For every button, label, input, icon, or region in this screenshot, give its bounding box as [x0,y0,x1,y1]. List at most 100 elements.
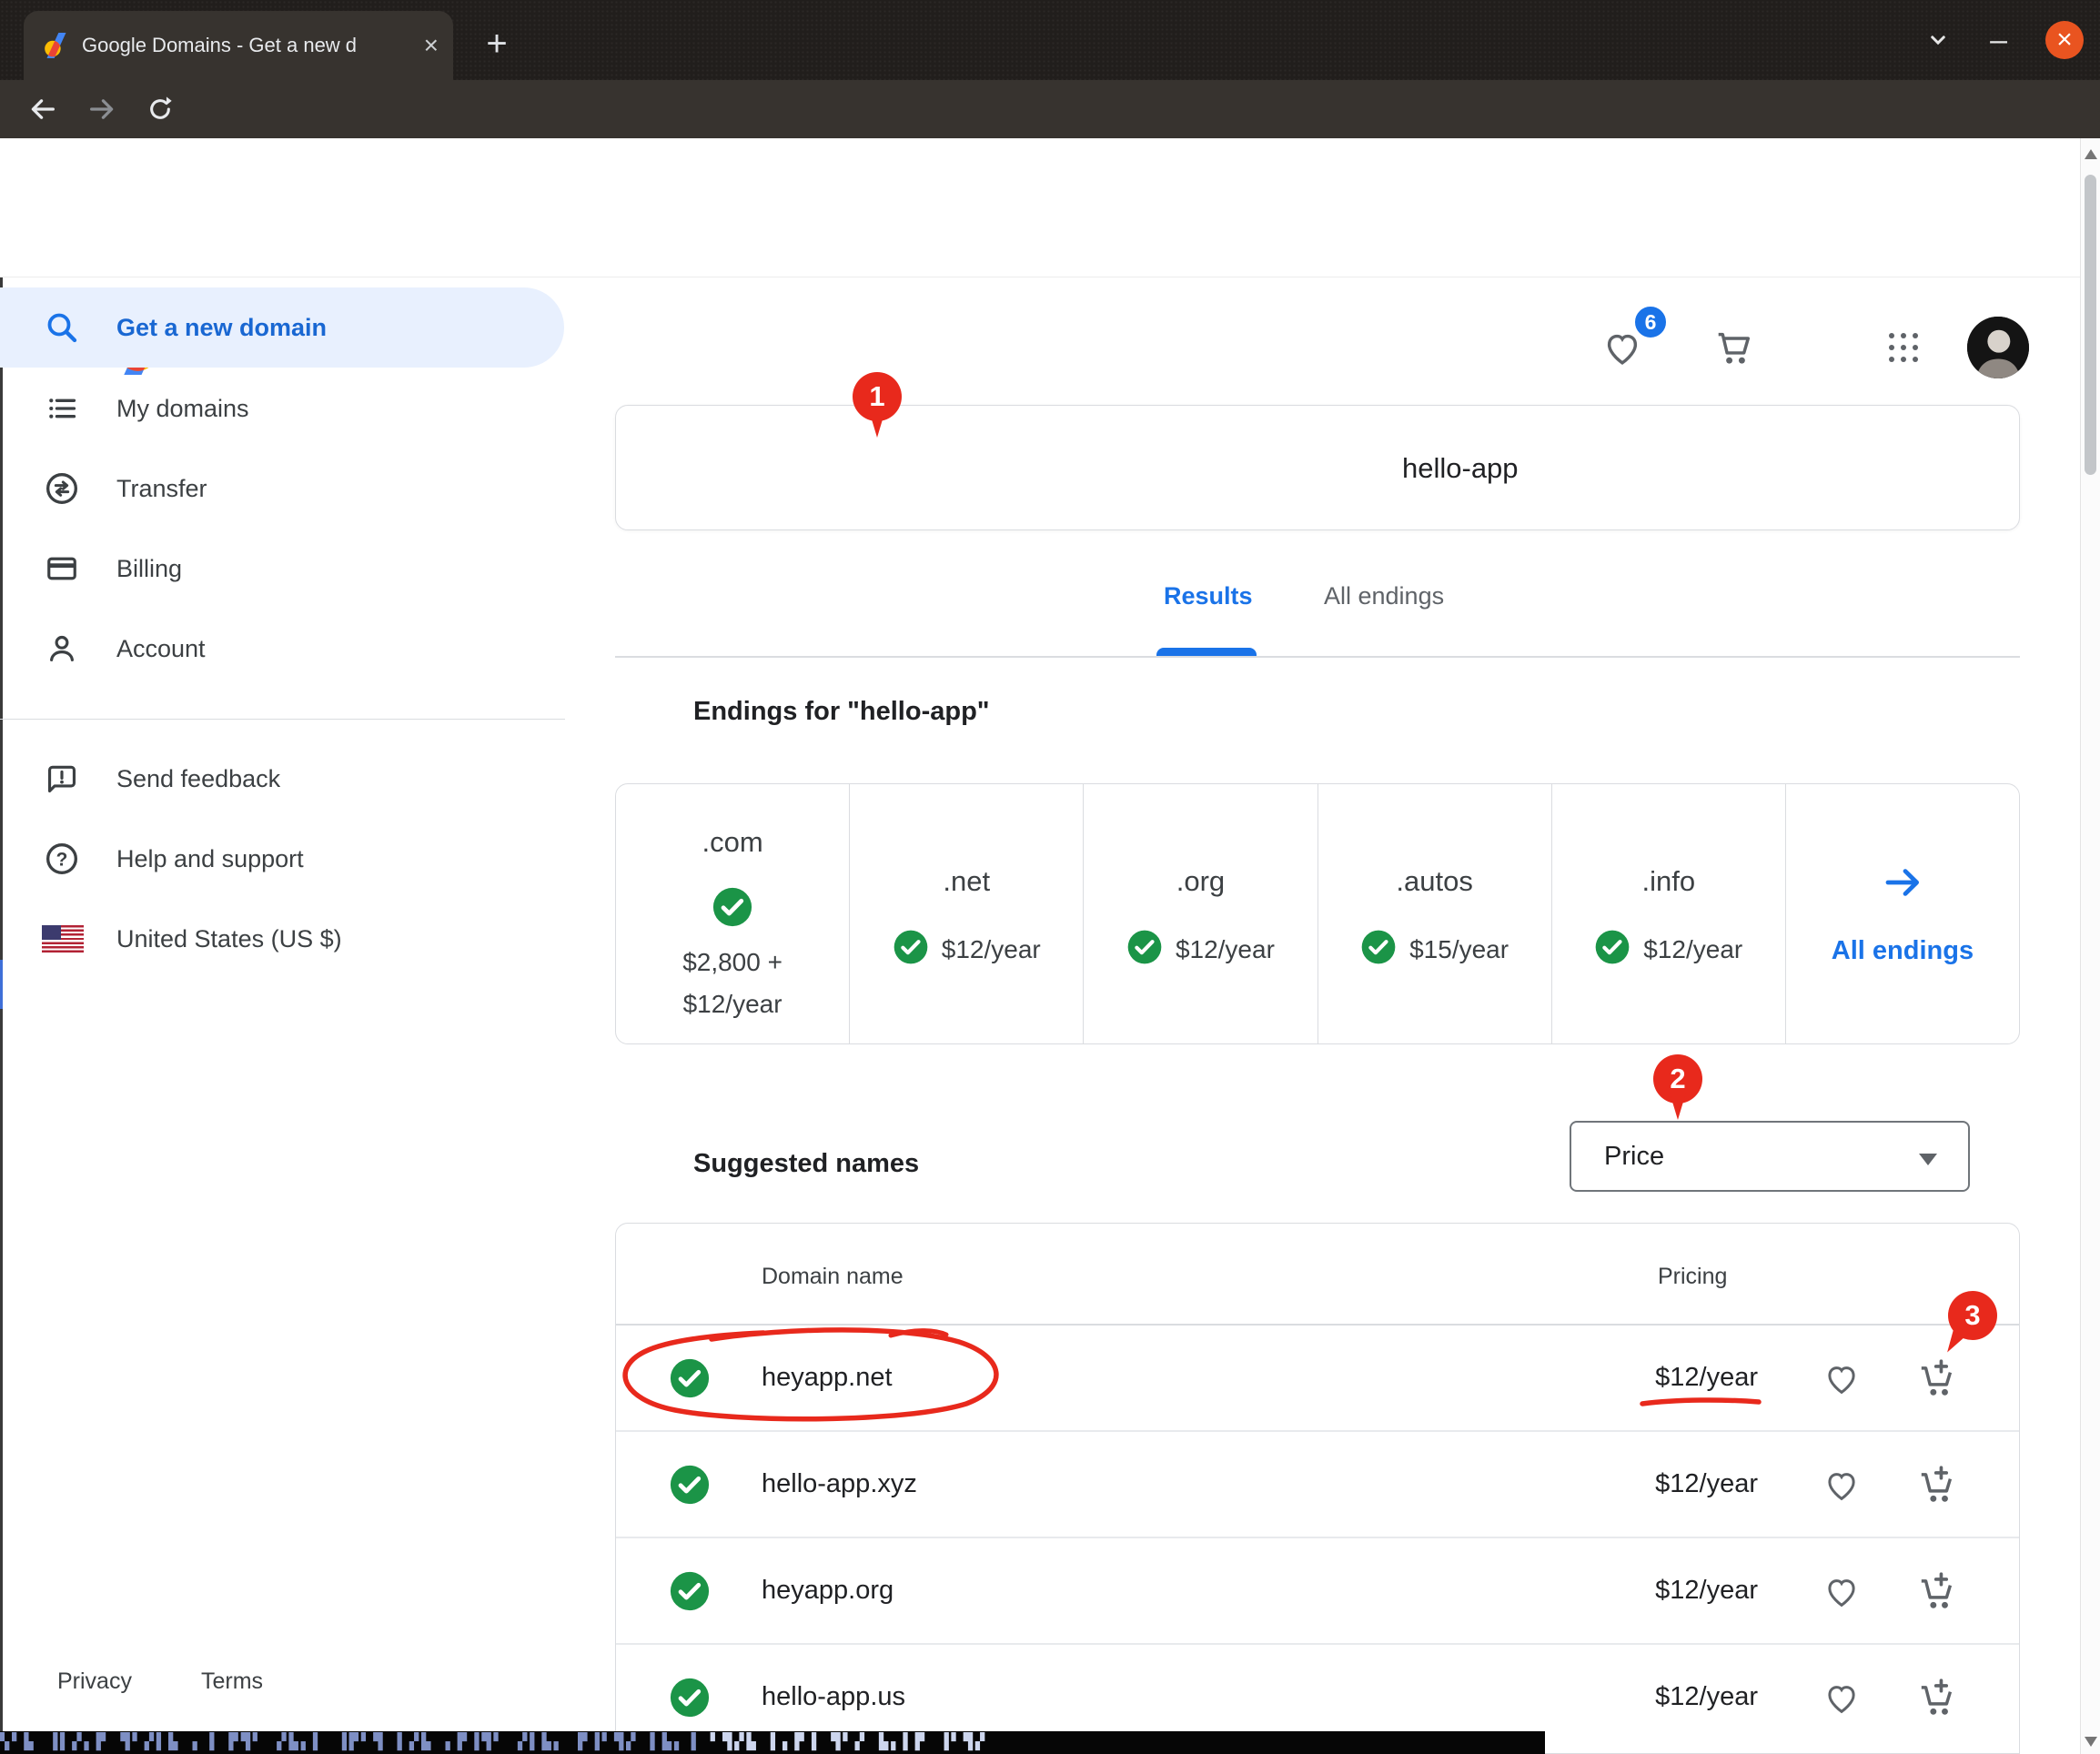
tld-price: $12/year [942,935,1041,964]
available-check-icon [712,886,753,932]
arrow-right-icon [1881,861,1924,909]
table-header: Domain name Pricing [616,1224,2019,1324]
available-check-icon [1126,929,1163,970]
chevron-down-icon [1919,1154,1937,1165]
favorite-heart-button[interactable] [1822,1466,1861,1508]
favorite-heart-button[interactable] [1822,1572,1861,1615]
column-domain-name: Domain name [762,1264,904,1290]
sidebar-item-get-a-new-domain[interactable]: Get a new domain [0,287,564,368]
add-to-cart-button[interactable] [1917,1677,1959,1723]
domain-search-box[interactable]: hello-app [615,405,2020,530]
feedback-icon [44,761,80,797]
search-icon [44,309,80,346]
available-check-icon [669,1464,711,1510]
add-to-cart-button[interactable] [1917,1357,1959,1404]
garbled-text: ▘▜▞▙ ▌▖▛▐ ▜▘▞ ▙▖▌▛ ▐▘▜▞ [711,1733,987,1751]
browser-titlebar: Google Domains - Get a new d × + – × [0,0,2100,80]
sidebar-item-help-and-support[interactable]: ? Help and support [0,819,564,899]
active-tab-indicator [1156,648,1257,656]
ending-card-net[interactable]: .net $12/year [850,784,1084,1043]
tld-label: .net [943,865,990,898]
all-endings-card[interactable]: All endings [1786,784,2019,1043]
tld-label: .autos [1396,865,1472,898]
sidebar-item-label: Account [116,635,206,663]
sidebar-item-label: Billing [116,555,182,583]
app-header: Google Domains 6 [0,138,2100,277]
window-close-button[interactable]: × [2045,21,2084,59]
browser-tab[interactable]: Google Domains - Get a new d × [24,11,453,80]
ending-card-com[interactable]: .com $2,800 +$12/year [616,784,850,1043]
favorites-count-badge: 6 [1632,304,1669,340]
sidebar-item-label: United States (US $) [116,925,342,953]
svg-text:?: ? [56,849,68,870]
sort-dropdown-value: Price [1604,1142,1664,1172]
account-avatar[interactable] [1967,317,2029,378]
table-row-heyapp-org[interactable]: heyapp.org $12/year [616,1537,2019,1644]
available-check-icon [893,929,929,970]
domain-price: $12/year [1655,1469,1758,1499]
ending-card-info[interactable]: .info $12/year [1552,784,1786,1043]
window-edge-highlight [0,960,3,1009]
tab-title: Google Domains - Get a new d [82,34,417,57]
tld-price: $12/year [1643,935,1742,964]
sidebar-item-account[interactable]: Account [0,609,564,689]
tld-label: .com [702,826,762,859]
scrollbar-thumb[interactable] [2085,175,2096,475]
transfer-icon [44,470,80,507]
cart-button[interactable] [1711,326,1755,369]
sidebar-divider [0,719,565,720]
tab-all-endings[interactable]: All endings [1324,582,1444,610]
suggested-names-heading: Suggested names [693,1149,919,1179]
table-row-hello-app-xyz[interactable]: hello-app.xyz $12/year [616,1431,2019,1537]
all-endings-link[interactable]: All endings [1832,936,1974,966]
tab-results[interactable]: Results [1164,582,1253,610]
domain-name: heyapp.org [762,1576,894,1606]
sidebar-item-label: Send feedback [116,765,280,793]
list-icon [44,390,80,427]
available-check-icon [1594,929,1631,970]
scroll-down-arrow-icon[interactable] [2085,1737,2097,1747]
add-to-cart-button[interactable] [1917,1570,1959,1617]
available-check-icon [1360,929,1397,970]
available-check-icon [669,1570,711,1617]
favorite-heart-button[interactable] [1822,1359,1861,1402]
add-to-cart-button[interactable] [1917,1464,1959,1510]
google-apps-grid-icon[interactable] [1889,333,1918,362]
annotation-circle-heyapp-net [604,1321,1032,1430]
tld-label: .info [1641,865,1695,898]
tld-price: $2,800 +$12/year [682,942,782,1025]
annotation-step-3: 3 [1948,1291,1997,1340]
window-menu-chevron-icon[interactable] [1924,26,1952,54]
new-tab-button[interactable]: + [473,20,520,67]
sort-dropdown[interactable]: Price [1570,1121,1970,1192]
tld-label: .org [1176,865,1225,898]
search-input-value[interactable]: hello-app [1402,406,1519,531]
sidebar-item-region-currency[interactable]: United States (US $) [0,899,564,979]
endings-cards: .com $2,800 +$12/year .net $12/year .org… [615,783,2020,1044]
ending-card-org[interactable]: .org $12/year [1084,784,1318,1043]
sidebar-item-billing[interactable]: Billing [0,529,564,609]
favorite-heart-button[interactable] [1822,1678,1861,1721]
tab-close-icon[interactable]: × [424,33,439,58]
window-controls: – × [1924,0,2084,80]
domain-price: $12/year [1655,1576,1758,1606]
googledomains-favicon [44,33,69,58]
reload-button[interactable] [136,86,184,133]
page-scrollbar[interactable] [2080,138,2100,1754]
annotation-underline-price [1639,1395,1762,1409]
ending-card-autos[interactable]: .autos $15/year [1318,784,1552,1043]
browser-toolbar: domains.google.com/registrar/search?sear… [0,80,2100,138]
endings-heading: Endings for "hello-app" [693,697,990,727]
privacy-link[interactable]: Privacy [57,1668,132,1695]
person-icon [44,630,80,667]
card-icon [44,550,80,587]
back-button[interactable] [19,86,66,133]
scroll-up-arrow-icon[interactable] [2085,149,2097,159]
window-minimize-icon[interactable]: – [1990,31,2007,49]
forward-button[interactable] [78,86,126,133]
terms-link[interactable]: Terms [201,1668,263,1695]
sidebar-item-my-domains[interactable]: My domains [0,368,564,449]
sidebar-item-transfer[interactable]: Transfer [0,449,564,529]
sidebar-item-send-feedback[interactable]: Send feedback [0,739,564,819]
annotation-step-2: 2 [1653,1054,1702,1104]
